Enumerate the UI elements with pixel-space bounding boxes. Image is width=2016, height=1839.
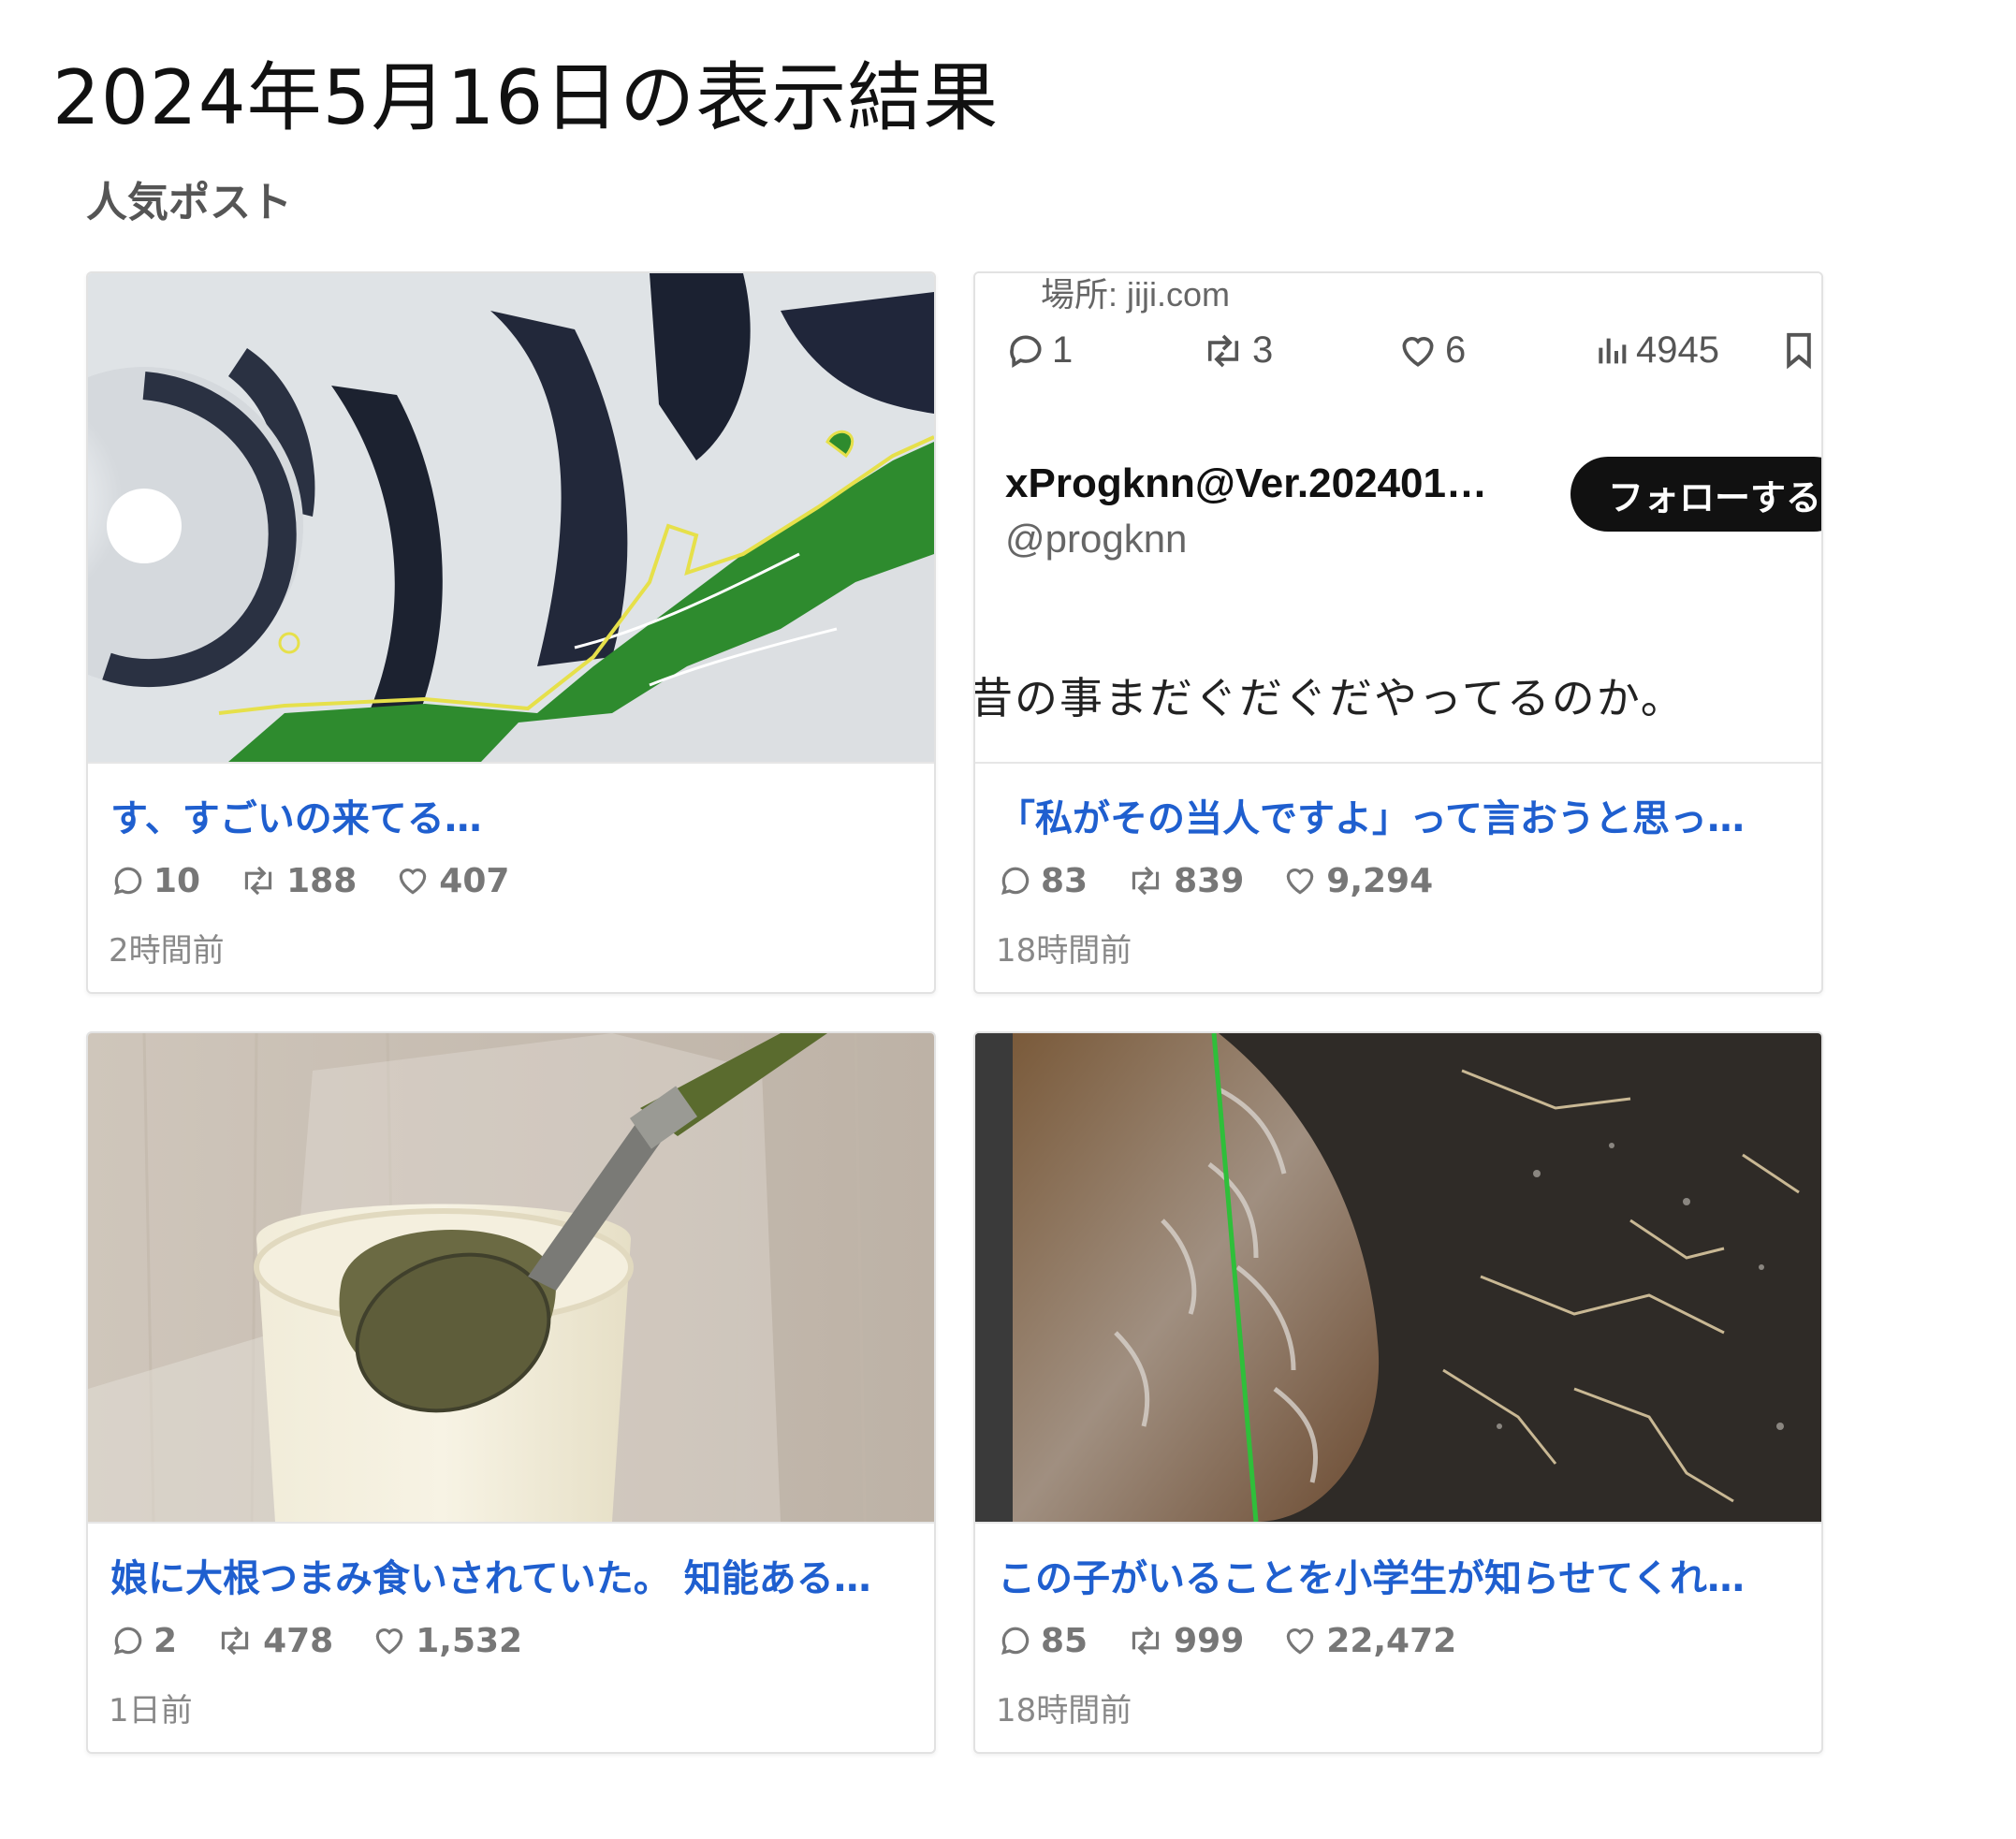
post-stats: 83 839 9,294: [998, 857, 1470, 904]
repost-stat: 478: [214, 1622, 333, 1660]
views-icon: [1599, 338, 1627, 363]
heart-icon: [1287, 868, 1314, 895]
like-count: 1,532: [416, 1621, 523, 1660]
page-title: 2024年5月16日の表示結果: [52, 54, 1000, 141]
like-stat: 1,532: [371, 1622, 522, 1660]
post-thumbnail[interactable]: [88, 1033, 934, 1522]
embed-location: 場所: jiji.com: [1041, 275, 1231, 314]
reply-stat: 83: [998, 862, 1088, 900]
repost-icon: [1132, 866, 1160, 896]
post-info: す、すごいの来てる… 10 188 407 2時間前: [88, 762, 934, 992]
post-title-link[interactable]: この子がいることを小学生が知らせてくれ…: [998, 1548, 1803, 1602]
like-count: 407: [439, 861, 510, 900]
like-stat: 9,294: [1281, 862, 1433, 900]
heart-icon: [400, 868, 427, 895]
embed-actions: 1 3 6 4945: [975, 329, 1821, 386]
post-stats: 85 999 22,472: [998, 1617, 1494, 1664]
post-title-link[interactable]: 娘に大根つまみ食いされていた。 知能ある…: [110, 1548, 915, 1602]
repost-count: 478: [263, 1621, 334, 1660]
repost-icon: [221, 1626, 249, 1656]
embed-reply: 1: [1005, 329, 1073, 372]
animal-photo: [975, 1033, 1821, 1522]
post-title-link[interactable]: 「私がその当人ですよ」って言おうと思っ…: [998, 788, 1803, 842]
reply-stat: 85: [998, 1622, 1088, 1660]
post-time: 18時間前: [996, 932, 1132, 970]
embed-repost-count: 3: [1252, 329, 1274, 371]
post-info: 「私がその当人ですよ」って言おうと思っ… 83 839 9,294 18時間前: [975, 762, 1821, 992]
repost-stat: 839: [1125, 862, 1244, 900]
repost-icon: [1207, 334, 1239, 367]
repost-count: 839: [1174, 861, 1245, 900]
like-count: 22,472: [1326, 1621, 1457, 1660]
repost-stat: 188: [238, 862, 357, 900]
embed-like-count: 6: [1445, 329, 1467, 371]
post-stats: 2 478 1,532: [110, 1617, 560, 1664]
repost-stat: 999: [1125, 1622, 1244, 1660]
like-count: 9,294: [1326, 861, 1434, 900]
post-card[interactable]: す、すごいの来てる… 10 188 407 2時間前: [86, 271, 936, 994]
post-time: 2時間前: [109, 932, 225, 970]
post-time: 18時間前: [996, 1692, 1132, 1730]
reply-icon: [1010, 335, 1042, 368]
reply-count: 83: [1041, 861, 1088, 900]
heart-icon: [375, 1628, 403, 1655]
post-thumbnail[interactable]: [88, 273, 934, 762]
post-thumbnail[interactable]: [975, 1033, 1821, 1522]
reply-count: 2: [153, 1621, 178, 1660]
post-card[interactable]: 場所: jiji.com 1 3 6 4945 xProgknn@Ver.202…: [973, 271, 1823, 994]
post-title-link[interactable]: す、すごいの来てる…: [110, 788, 915, 842]
post-stats: 10 188 407: [110, 857, 547, 904]
heart-icon: [1287, 1628, 1314, 1655]
daikon-photo: [88, 1033, 934, 1522]
reply-count: 10: [153, 861, 201, 900]
reply-icon: [113, 1627, 142, 1655]
post-card[interactable]: 娘に大根つまみ食いされていた。 知能ある… 2 478 1,532 1日前: [86, 1031, 936, 1754]
repost-icon: [1132, 1626, 1160, 1656]
reply-icon: [1001, 1627, 1030, 1655]
embed-author-name: xProgknn@Ver.202401…: [1005, 460, 1487, 506]
post-time: 1日前: [109, 1692, 193, 1730]
bookmark-icon: [1787, 332, 1811, 370]
post-info: 娘に大根つまみ食いされていた。 知能ある… 2 478 1,532 1日前: [88, 1522, 934, 1752]
reply-count: 85: [1041, 1621, 1088, 1660]
reply-stat: 2: [110, 1622, 177, 1660]
section-title: 人気ポスト: [86, 179, 292, 226]
embed-author-handle: @progknn: [1005, 517, 1188, 561]
repost-count: 188: [286, 861, 358, 900]
satellite-image: [88, 273, 934, 762]
embed-like: 6: [1396, 329, 1466, 372]
heart-icon: [1402, 336, 1434, 367]
reply-stat: 10: [110, 862, 200, 900]
embed-view-count: 4945: [1636, 329, 1719, 371]
post-card[interactable]: この子がいることを小学生が知らせてくれ… 85 999 22,472 18時間前: [973, 1031, 1823, 1754]
post-thumbnail[interactable]: 場所: jiji.com 1 3 6 4945 xProgknn@Ver.202…: [975, 273, 1821, 762]
reply-icon: [1001, 867, 1030, 895]
repost-count: 999: [1174, 1621, 1245, 1660]
embed-reply-count: 1: [1052, 329, 1074, 371]
embed-views: 4945: [1593, 329, 1719, 372]
embed-bookmark: [1782, 329, 1821, 371]
embed-follow-button: フォローする: [1570, 457, 1821, 532]
embedded-tweet-image: 場所: jiji.com 1 3 6 4945 xProgknn@Ver.202…: [975, 273, 1821, 762]
reply-icon: [113, 867, 142, 895]
post-info: この子がいることを小学生が知らせてくれ… 85 999 22,472 18時間前: [975, 1522, 1821, 1752]
repost-icon: [244, 866, 272, 896]
like-stat: 22,472: [1281, 1622, 1456, 1660]
embed-repost: 3: [1200, 329, 1273, 372]
like-stat: 407: [394, 862, 509, 900]
embed-tweet-text: 昔の事まだぐだぐだやってるのか。: [975, 674, 1686, 722]
